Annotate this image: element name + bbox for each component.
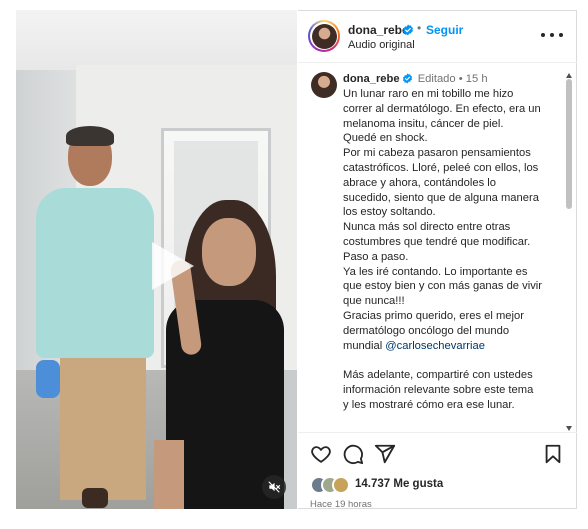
avatar[interactable]: [308, 20, 340, 52]
author-username[interactable]: dona_rebe: [348, 23, 409, 37]
caption-line: Un lunar raro en mi tobillo me hizo: [343, 88, 514, 100]
avatar-image: [311, 23, 337, 49]
caption-header: dona_rebe Editado • 15 h: [343, 73, 488, 87]
header-separator: •: [417, 21, 422, 35]
comment-icon[interactable]: [342, 443, 364, 465]
liked-by-avatars[interactable]: [310, 476, 352, 494]
video-person-doctor-glove: [36, 360, 60, 398]
caption-separator: •: [458, 73, 463, 85]
caption-line: costumbres que tendré que modificar.: [343, 235, 531, 248]
caption-line: que nunca!!!: [343, 295, 405, 308]
bookmark-icon[interactable]: [542, 443, 564, 465]
heart-icon[interactable]: [310, 443, 332, 465]
caption-line: correr al dermatólogo. En efecto, era un: [343, 102, 541, 115]
instagram-post-window: dona_rebe • Seguir Audio original dona_r…: [0, 0, 588, 529]
caption-line: catastróficos. Lloré, peleé con ellos, l…: [343, 161, 539, 174]
likes-summary[interactable]: 14.737 Me gusta: [355, 478, 443, 490]
caption-avatar[interactable]: [311, 72, 337, 98]
caption-time[interactable]: 15 h: [466, 73, 488, 85]
caption-line-prefix: mundial: [343, 339, 386, 352]
caption-line: Paso a paso.: [343, 250, 409, 263]
post-details-panel: dona_rebe • Seguir Audio original dona_r…: [298, 10, 577, 510]
video-person-doctor-shoe: [82, 488, 108, 508]
muted-speaker-icon[interactable]: [262, 475, 286, 499]
caption-scrollbar[interactable]: [565, 67, 573, 431]
scroll-up-arrow-icon[interactable]: [565, 67, 573, 78]
video-person-woman-face: [202, 218, 256, 286]
video-person-woman-leg: [154, 440, 184, 509]
caption-line: los estoy soltando.: [343, 206, 436, 219]
caption-scroll-area[interactable]: dona_rebe Editado • 15 h Un lunar raro e…: [298, 64, 577, 432]
caption-line: Ya les iré contando. Lo importante es: [343, 265, 528, 278]
video-person-doctor: [36, 188, 154, 358]
mention-link[interactable]: @carlosechevarriae: [385, 340, 485, 352]
more-options-icon[interactable]: [541, 27, 563, 43]
likes-label[interactable]: Me gusta: [393, 478, 443, 490]
caption-line: información relevante sobre este tema: [343, 383, 534, 396]
caption-username[interactable]: dona_rebe: [343, 73, 400, 85]
scroll-down-arrow-icon[interactable]: [565, 419, 573, 431]
caption-line: mundial @carlosechevarriae: [343, 339, 558, 354]
caption-line: abrace y ahora, contándoles lo: [343, 176, 496, 189]
caption-line: dermatólogo oncólogo del mundo: [343, 324, 510, 337]
caption-line: Gracias primo querido, eres el mejor: [343, 309, 524, 322]
edited-label: Editado: [417, 73, 456, 85]
liker-avatar: [332, 476, 350, 494]
play-icon[interactable]: [146, 238, 198, 294]
caption-line: Más adelante, compartiré con ustedes: [343, 369, 533, 382]
caption-line: Por mi cabeza pasaron pensamientos: [343, 147, 531, 160]
post-video[interactable]: [16, 10, 297, 509]
caption-text: Un lunar raro en mi tobillo me hizo corr…: [343, 87, 558, 413]
caption-line: y les mostraré cómo era ese lunar.: [343, 398, 515, 411]
verified-badge-icon: [402, 73, 413, 87]
post-actions: 14.737 Me gusta Hace 19 horas: [298, 432, 577, 510]
caption-line: Nunca más sol directo entre otras: [343, 221, 511, 234]
follow-button[interactable]: Seguir: [426, 23, 463, 37]
likes-count[interactable]: 14.737: [355, 478, 390, 490]
caption-line: Quedé en shock.: [343, 132, 428, 145]
caption-line: sucedido, siento que de alguna manera: [343, 191, 539, 204]
caption-line: melanoma insitu, cáncer de piel.: [343, 117, 504, 130]
audio-label[interactable]: Audio original: [348, 39, 415, 51]
share-icon[interactable]: [374, 443, 396, 465]
video-person-doctor-hair: [66, 126, 114, 146]
scrollbar-thumb[interactable]: [566, 79, 572, 209]
post-timestamp[interactable]: Hace 19 horas: [310, 499, 372, 510]
post-header: dona_rebe • Seguir Audio original: [298, 11, 577, 63]
caption-line: que estoy bien y con más ganas de vivir: [343, 280, 542, 293]
video-person-doctor-pants: [60, 355, 146, 500]
